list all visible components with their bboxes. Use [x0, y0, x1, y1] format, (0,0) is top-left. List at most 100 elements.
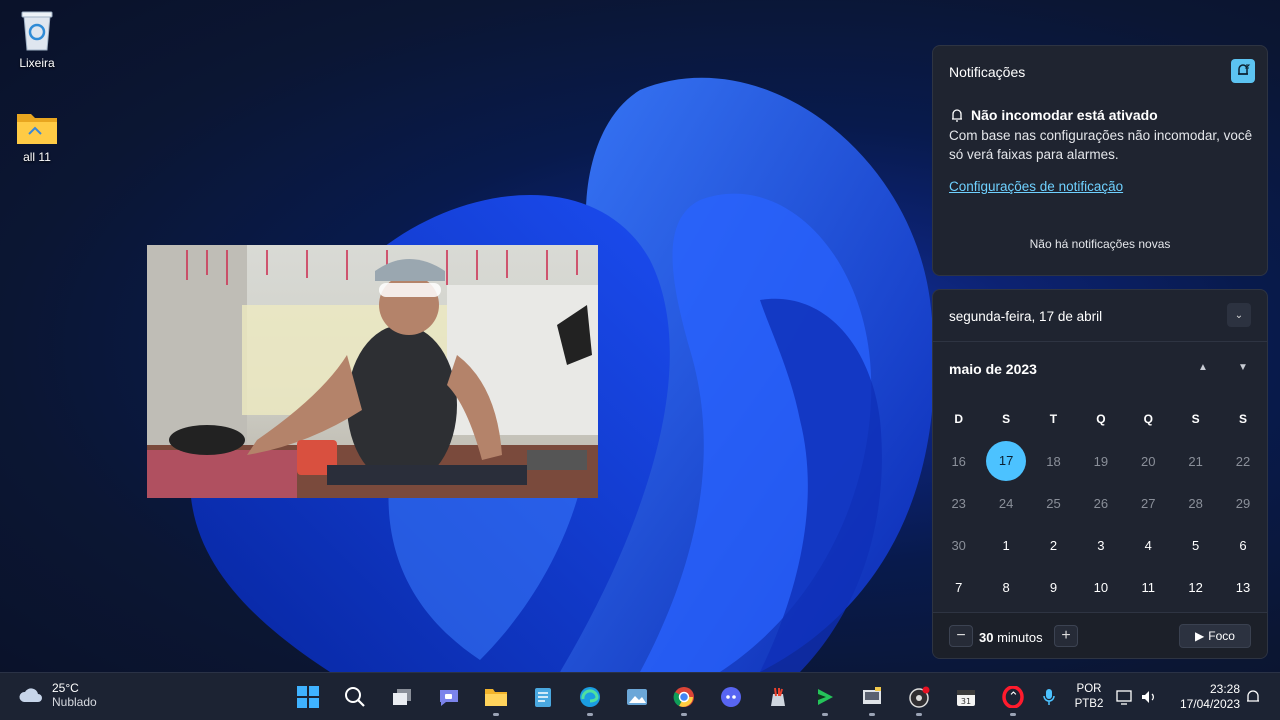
- photos-button[interactable]: [619, 679, 655, 715]
- month-label: maio de 2023: [949, 361, 1037, 377]
- calendar-week: 30 1 2 3 4 5 6: [935, 524, 1267, 566]
- weekday-label: Q: [1143, 412, 1153, 426]
- focus-start-button[interactable]: ▶ Foco: [1179, 624, 1251, 648]
- search-icon: [345, 687, 365, 707]
- volume-control[interactable]: [1141, 673, 1157, 720]
- calendar-day[interactable]: 29: [1219, 496, 1266, 511]
- discord-button[interactable]: [713, 679, 749, 715]
- desktop-icon-folder[interactable]: all 11: [2, 110, 72, 164]
- clock-date: 17/04/2023: [1179, 697, 1240, 711]
- start-button[interactable]: [290, 679, 326, 715]
- calendar-day[interactable]: 19: [1077, 454, 1124, 469]
- calendar-day[interactable]: 5: [1172, 538, 1219, 553]
- desktop-icon-label: Lixeira: [19, 56, 55, 70]
- running-indicator: [916, 713, 922, 716]
- calendar-day[interactable]: 27: [1125, 496, 1172, 511]
- previous-month-button[interactable]: ▲: [1198, 362, 1208, 373]
- calendar-day[interactable]: 24: [982, 496, 1029, 511]
- next-month-button[interactable]: ▼: [1238, 362, 1248, 373]
- calendar-day[interactable]: 25: [1030, 496, 1077, 511]
- calendar-day-today[interactable]: 17: [982, 441, 1029, 481]
- network-status[interactable]: [1116, 673, 1134, 720]
- microphone-icon: [1043, 689, 1055, 705]
- notifications-title: Notificações: [949, 64, 1026, 80]
- microphone-status[interactable]: [1042, 673, 1056, 720]
- calendar-day[interactable]: 7: [935, 580, 982, 595]
- cloud-icon: [19, 688, 42, 702]
- photos-icon: [627, 689, 647, 705]
- chevron-down-icon: ⌄: [1234, 309, 1244, 321]
- discord-icon: [721, 687, 741, 707]
- bell-snooze-icon: [1238, 64, 1251, 75]
- terminal-button[interactable]: [854, 679, 890, 716]
- notification-center-button[interactable]: [1245, 673, 1261, 720]
- focus-minutes-unit: minutos: [997, 630, 1043, 645]
- weather-condition: Nublado: [52, 695, 97, 709]
- language-code: POR: [1076, 683, 1102, 695]
- language-indicator[interactable]: POR PTB2: [1068, 682, 1110, 712]
- media-player-button[interactable]: [807, 679, 843, 716]
- calendar-day[interactable]: 8: [982, 580, 1029, 595]
- weekday-label: Q: [1096, 412, 1106, 426]
- calendar-day[interactable]: 16: [935, 454, 982, 469]
- calendar-panel: segunda-feira, 17 de abril ⌄ maio de 202…: [932, 289, 1268, 659]
- running-indicator: [822, 713, 828, 716]
- calendar-grid: D S T Q Q S S 16 17 18 19 20 21 22 23 24…: [935, 398, 1267, 608]
- running-indicator: [869, 713, 875, 716]
- desktop-icon-recycle-bin[interactable]: Lixeira: [2, 8, 72, 70]
- paint-button[interactable]: [760, 679, 796, 715]
- calendar-day[interactable]: 1: [982, 538, 1029, 553]
- chrome-button[interactable]: [666, 679, 702, 716]
- decrease-minutes-button[interactable]: −: [949, 625, 973, 647]
- obs-button[interactable]: [901, 679, 937, 716]
- taskbar-apps: 31: [290, 679, 1031, 716]
- weekday-label: S: [1191, 412, 1200, 426]
- taskbar: 25°C Nublado 31 ⌃ POR PTB2 23:28 17/04/2…: [0, 672, 1280, 720]
- collapse-calendar-button[interactable]: ⌄: [1227, 303, 1251, 327]
- calendar-day[interactable]: 13: [1219, 580, 1266, 595]
- search-button[interactable]: [337, 679, 373, 715]
- calendar-day[interactable]: 21: [1172, 454, 1219, 469]
- calendar-week: 16 17 18 19 20 21 22: [935, 440, 1267, 482]
- calendar-day[interactable]: 22: [1219, 454, 1266, 469]
- notepad-button[interactable]: [525, 679, 561, 715]
- webcam-overlay: [147, 245, 598, 498]
- windows-start-icon: [297, 686, 319, 708]
- calendar-day[interactable]: 23: [935, 496, 982, 511]
- calendar-day[interactable]: 20: [1125, 454, 1172, 469]
- calendar-day[interactable]: 6: [1219, 538, 1266, 553]
- chevron-up-icon: ⌃: [1008, 689, 1019, 704]
- folder-icon: [15, 110, 59, 146]
- caret-down-icon: ▼: [1238, 362, 1248, 373]
- svg-text:31: 31: [961, 697, 971, 706]
- do-not-disturb-toggle[interactable]: [1231, 59, 1255, 83]
- calendar-day[interactable]: 18: [1030, 454, 1077, 469]
- notification-panel: Notificações Não incomodar está ativado …: [932, 45, 1268, 276]
- calendar-day[interactable]: 26: [1077, 496, 1124, 511]
- clock[interactable]: 23:28 17/04/2023: [1168, 682, 1240, 712]
- chat-button[interactable]: [431, 679, 467, 715]
- calendar-day[interactable]: 3: [1077, 538, 1124, 553]
- calendar-day[interactable]: 4: [1125, 538, 1172, 553]
- calendar-day[interactable]: 12: [1172, 580, 1219, 595]
- calendar-day[interactable]: 28: [1172, 496, 1219, 511]
- show-hidden-icons-button[interactable]: ⌃: [1008, 673, 1019, 720]
- calendar-day[interactable]: 2: [1030, 538, 1077, 553]
- increase-minutes-button[interactable]: +: [1054, 625, 1078, 647]
- calendar-app-icon: 31: [957, 690, 975, 706]
- calendar-day[interactable]: 9: [1030, 580, 1077, 595]
- task-view-button[interactable]: [384, 679, 420, 715]
- weather-temperature: 25°C: [52, 681, 79, 695]
- calendar-day[interactable]: 30: [935, 538, 982, 553]
- no-notifications-text: Não há notificações novas: [1029, 237, 1171, 251]
- bell-snooze-icon: [952, 109, 962, 122]
- calendar-day[interactable]: 11: [1125, 580, 1172, 595]
- weather-widget[interactable]: 25°C Nublado: [18, 681, 97, 709]
- focus-button-label: Foco: [1208, 629, 1235, 643]
- edge-button[interactable]: [572, 679, 608, 716]
- weekday-label: D: [954, 412, 964, 426]
- file-explorer-button[interactable]: [478, 679, 514, 716]
- calendar-day[interactable]: 10: [1077, 580, 1124, 595]
- calendar-app-button[interactable]: 31: [948, 679, 984, 715]
- notification-settings-link[interactable]: Configurações de notificação: [949, 179, 1123, 194]
